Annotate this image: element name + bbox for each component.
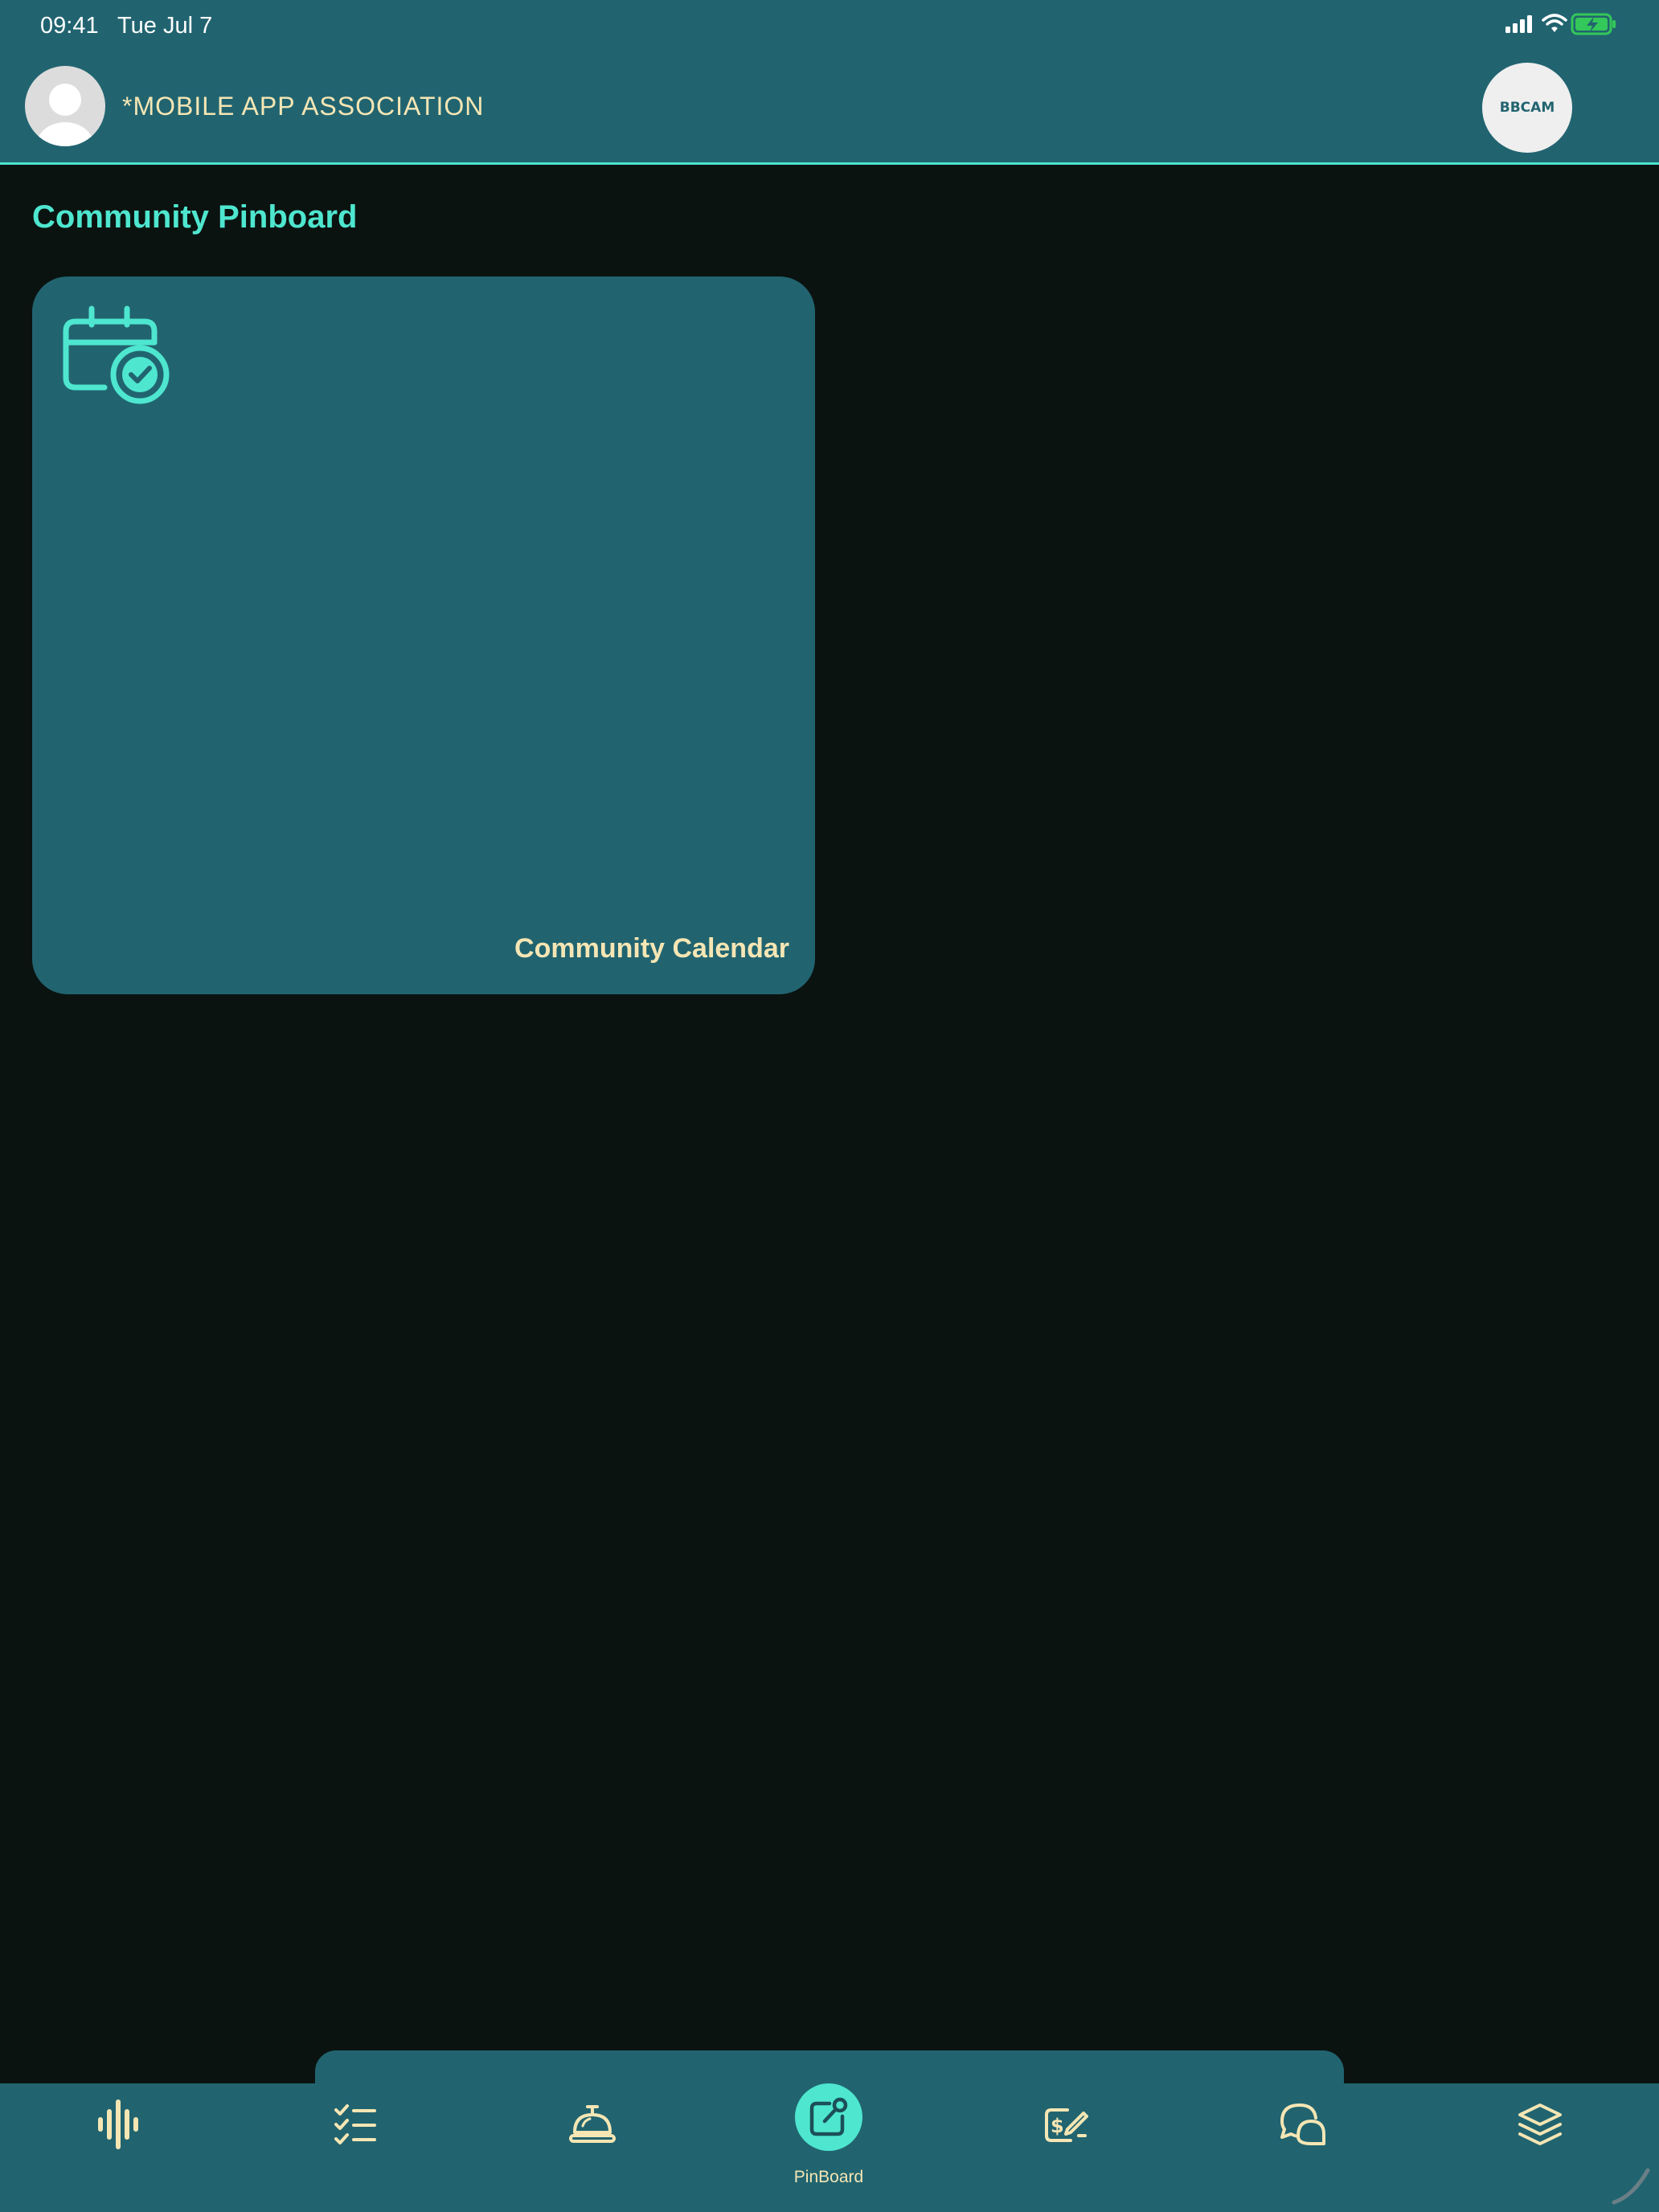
tab-tasks[interactable]: [287, 2083, 424, 2196]
wifi-icon: [1542, 14, 1567, 32]
pinboard-icon: [809, 2097, 848, 2136]
community-calendar-card[interactable]: Community Calendar: [32, 276, 815, 994]
tab-active-indicator: [795, 2083, 862, 2151]
association-name: *MOBILE APP ASSOCIATION: [122, 92, 485, 121]
tab-messages[interactable]: [1235, 2083, 1371, 2196]
chat-bubbles-icon: [1280, 2103, 1325, 2145]
checklist-icon: [334, 2104, 376, 2144]
tab-payments[interactable]: $: [997, 2083, 1134, 2196]
card-title: Community Calendar: [514, 933, 789, 964]
app-header: *MOBILE APP ASSOCIATION BBCAM: [0, 51, 1659, 165]
svg-text:$: $: [1051, 2115, 1064, 2137]
org-badge[interactable]: BBCAM: [1482, 63, 1572, 153]
tab-pinboard-label: PinBoard: [793, 2168, 864, 2186]
user-avatar[interactable]: [25, 66, 105, 146]
status-time: 09:41: [40, 13, 99, 39]
page-title: Community Pinboard: [32, 199, 358, 235]
resize-handle-icon: [1612, 2168, 1650, 2205]
calendar-check-icon: [63, 305, 170, 404]
status-bar: 09:41 Tue Jul 7: [0, 0, 1659, 51]
status-date: Tue Jul 7: [117, 13, 213, 39]
person-avatar-icon: [36, 84, 94, 146]
layers-icon: [1518, 2103, 1562, 2145]
battery-charging-icon: [1571, 13, 1616, 35]
service-bell-icon: [569, 2105, 616, 2143]
tab-pinboard[interactable]: PinBoard: [760, 2083, 897, 2196]
dollar-edit-icon: $: [1045, 2108, 1088, 2142]
audio-wave-icon: [98, 2099, 138, 2149]
tab-bar: PinBoard $: [0, 2083, 1659, 2212]
signal-icon: [1505, 15, 1532, 33]
tab-audio[interactable]: [50, 2083, 186, 2196]
tab-services[interactable]: [524, 2083, 661, 2196]
tab-more[interactable]: [1472, 2083, 1608, 2196]
